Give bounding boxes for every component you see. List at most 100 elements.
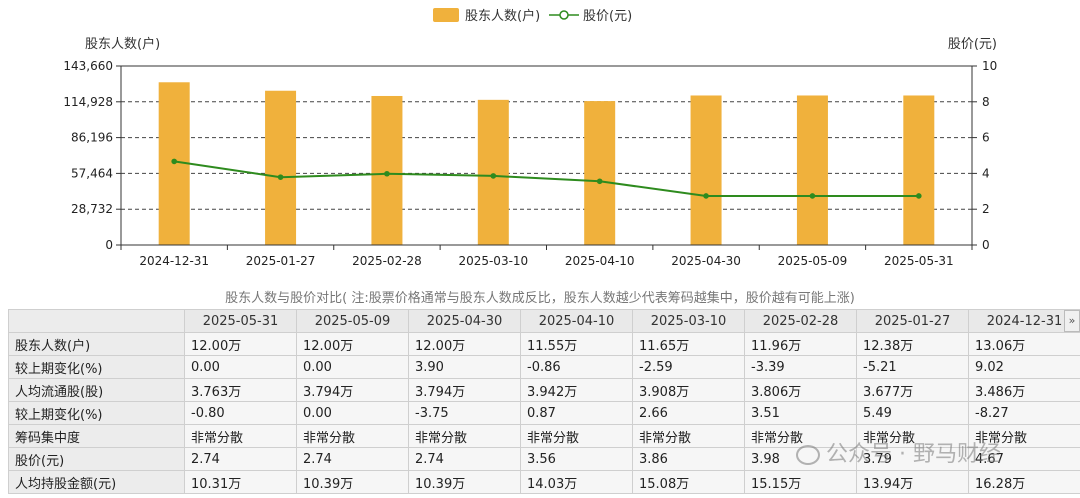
- table-cell: 非常分散: [296, 424, 409, 448]
- bar-shareholders: [690, 95, 722, 245]
- table-cell: 0.00: [296, 355, 409, 379]
- table-col-header[interactable]: 2025-02-28: [744, 309, 857, 333]
- price-point: [277, 174, 284, 180]
- right-tick-label: 4: [982, 166, 990, 180]
- table-cell: 非常分散: [408, 424, 521, 448]
- table-cell: 11.55万: [520, 332, 633, 356]
- table-cell: -2.59: [632, 355, 745, 379]
- shareholder-table-wrap: 2025-05-31 2025-05-09 2025-04-30 2025-04…: [8, 309, 1080, 498]
- table-cell: 2.66: [632, 401, 745, 425]
- table-row: 股东人数(户) 12.00万 12.00万 12.00万 11.55万 11.65万 11.…: [8, 332, 1080, 356]
- price-point: [171, 158, 177, 165]
- left-tick-label: 114,928: [63, 95, 113, 109]
- right-tick-label: 10: [982, 59, 997, 73]
- bar-shareholders: [371, 95, 403, 245]
- table-cell: 14.03万: [520, 470, 633, 494]
- x-tick-label: 2025-03-10: [458, 254, 528, 268]
- shareholder-price-chart: 股东人数(户) 股价(元) 股东人数(户) 股价(元) 0 28,732 57,46…: [63, 8, 997, 268]
- table-cell: 10.39万: [296, 470, 409, 494]
- table-cell: 非常分散: [520, 424, 633, 448]
- table-cell: 10.39万: [408, 470, 521, 494]
- x-tick-label: 2024-12-31: [139, 254, 209, 268]
- table-cell: 3.677万: [856, 378, 969, 402]
- table-cell: 0.87: [520, 401, 633, 425]
- right-tick-label: 2: [982, 202, 990, 216]
- table-cell: 3.86: [632, 447, 745, 471]
- right-tick-label: 8: [982, 95, 990, 109]
- left-tick-label: 86,196: [71, 131, 113, 145]
- table-cell: 3.794万: [408, 378, 521, 402]
- table-cell: 11.96万: [744, 332, 857, 356]
- x-tick-label: 2025-04-30: [671, 254, 741, 268]
- legend-bar-label: 股东人数(户): [465, 8, 540, 24]
- row-label: 人均持股金额(元): [8, 470, 185, 494]
- table-col-header[interactable]: 2025-05-31: [184, 309, 297, 333]
- price-point: [703, 193, 709, 199]
- price-point: [384, 170, 390, 177]
- wechat-logo-icon: [796, 445, 820, 465]
- right-tick-label: 0: [982, 238, 990, 252]
- table-cell: 3.806万: [744, 378, 857, 402]
- row-label: 人均流通股(股): [8, 378, 185, 402]
- bar-shareholders: [477, 99, 509, 245]
- table-col-header[interactable]: 2025-04-10: [520, 309, 633, 333]
- left-tick-label: 57,464: [71, 166, 113, 180]
- table-cell: 13.06万: [968, 332, 1080, 356]
- legend-bar-swatch: [433, 8, 459, 22]
- bar-shareholders: [584, 101, 616, 246]
- table-cell: 16.28万: [968, 470, 1080, 494]
- scroll-right-icon[interactable]: »: [1064, 310, 1080, 332]
- left-tick-label: 143,660: [63, 59, 113, 73]
- bar-shareholders: [903, 95, 935, 245]
- table-col-header[interactable]: 2025-04-30: [408, 309, 521, 333]
- bar-shareholders: [265, 90, 297, 245]
- table-cell: 3.942万: [520, 378, 633, 402]
- table-header-row: 2025-05-31 2025-05-09 2025-04-30 2025-04…: [8, 309, 1080, 333]
- table-cell: 3.763万: [184, 378, 297, 402]
- legend-line-label: 股价(元): [583, 9, 632, 24]
- table-cell: 11.65万: [632, 332, 745, 356]
- table-cell: 3.90: [408, 355, 521, 379]
- x-tick-label: 2025-04-10: [565, 254, 635, 268]
- table-cell: 3.794万: [296, 378, 409, 402]
- table-cell: 3.486万: [968, 378, 1080, 402]
- table-cell: 12.38万: [856, 332, 969, 356]
- price-point: [490, 173, 497, 179]
- x-tick-label: 2025-01-27: [246, 254, 316, 268]
- right-tick-label: 6: [982, 131, 990, 145]
- table-row: 较上期变化(%) -0.80 0.00 -3.75 0.87 2.66 3.51 5.49 -8…: [8, 401, 1080, 425]
- table-cell: -3.39: [744, 355, 857, 379]
- table-cell: 12.00万: [296, 332, 409, 356]
- x-tick-label: 2025-02-28: [352, 254, 422, 268]
- table-cell: 3.908万: [632, 378, 745, 402]
- table-cell: 2.74: [184, 447, 297, 471]
- table-col-header[interactable]: 2025-03-10: [632, 309, 745, 333]
- price-point: [809, 193, 816, 199]
- table-cell: 0.00: [184, 355, 297, 379]
- table-cell: 10.31万: [184, 470, 297, 494]
- legend-line-marker: [559, 10, 569, 20]
- table-cell: 0.00: [296, 401, 409, 425]
- price-point: [596, 178, 603, 185]
- row-label: 筹码集中度: [8, 424, 185, 448]
- left-tick-label: 0: [105, 238, 113, 252]
- table-col-header[interactable]: 2025-01-27: [856, 309, 969, 333]
- row-label: 股东人数(户): [8, 332, 185, 356]
- table-cell: 2.74: [408, 447, 521, 471]
- table-cell: 15.15万: [744, 470, 857, 494]
- watermark: 公众号 · 野马财经: [796, 436, 1001, 468]
- table-cell: -5.21: [856, 355, 969, 379]
- left-tick-label: 28,732: [71, 202, 113, 216]
- bar-shareholders: [796, 95, 828, 245]
- row-label: 较上期变化(%): [8, 401, 185, 425]
- table-row: 人均流通股(股) 3.763万 3.794万 3.794万 3.942万 3.908万 3.…: [8, 378, 1080, 402]
- table-cell: 9.02: [968, 355, 1080, 379]
- table-cell: -8.27: [968, 401, 1080, 425]
- table-corner: [8, 309, 185, 333]
- watermark-text: 公众号 · 野马财经: [826, 442, 1001, 467]
- table-row: 较上期变化(%) 0.00 0.00 3.90 -0.86 -2.59 -3.39 -5.21…: [8, 355, 1080, 379]
- table-col-header[interactable]: 2025-05-09: [296, 309, 409, 333]
- table-cell: 非常分散: [632, 424, 745, 448]
- price-point: [916, 193, 922, 199]
- table-cell: 12.00万: [408, 332, 521, 356]
